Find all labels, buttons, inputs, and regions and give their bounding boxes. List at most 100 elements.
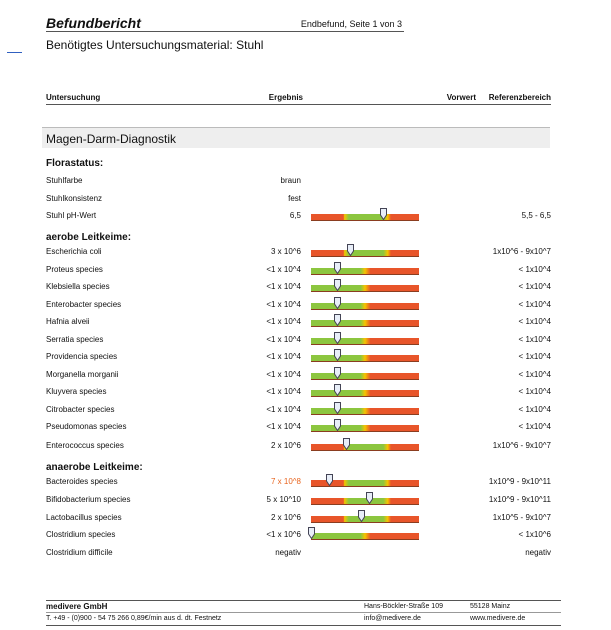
- row-test-name: Enterobacter species: [46, 300, 122, 309]
- row-result: braun: [280, 176, 301, 185]
- result-marker-icon: [366, 491, 374, 505]
- report-title: Befundbericht: [46, 15, 141, 31]
- header-divider: [46, 31, 404, 32]
- result-bar: [311, 373, 419, 380]
- row-reference-range: < 1x10^4: [518, 282, 551, 291]
- row-test-name: Morganella morganii: [46, 370, 119, 379]
- column-header-previous: Vorwert: [446, 93, 476, 102]
- row-reference-range: negativ: [525, 548, 551, 557]
- row-reference-range: < 1x10^4: [518, 317, 551, 326]
- result-bar: [311, 425, 419, 432]
- footer-street: Hans-Böckler-Straße 109: [364, 603, 443, 610]
- row-test-name: Clostridium difficile: [46, 548, 113, 557]
- row-result-flagged: 7 x 10^8: [271, 477, 301, 486]
- row-test-name: Stuhlkonsistenz: [46, 194, 103, 203]
- group-title: anaerobe Leitkeime:: [46, 462, 143, 473]
- row-result: 5 x 10^10: [266, 495, 301, 504]
- row-result: <1 x 10^4: [266, 405, 301, 414]
- row-reference-range: < 1x10^4: [518, 370, 551, 379]
- footer-website[interactable]: www.medivere.de: [470, 615, 525, 622]
- row-result: <1 x 10^4: [266, 317, 301, 326]
- section-title: Magen-Darm-Diagnostik: [46, 132, 177, 146]
- row-result: <1 x 10^4: [266, 422, 301, 431]
- row-result: negativ: [275, 548, 301, 557]
- result-bar: [311, 498, 419, 505]
- result-marker-icon: [357, 509, 365, 523]
- column-header-test: Untersuchung: [46, 93, 101, 102]
- result-bar: [311, 516, 419, 523]
- row-test-name: Bacteroides species: [46, 477, 118, 486]
- row-test-name: Bifidobacterium species: [46, 495, 131, 504]
- row-result: fest: [288, 194, 301, 203]
- footer-bottom-divider: [46, 625, 561, 626]
- page-info: Endbefund, Seite 1 von 3: [300, 19, 402, 29]
- result-bar: [311, 303, 419, 310]
- footer-email[interactable]: info@medivere.de: [364, 615, 421, 622]
- row-result: 2 x 10^6: [271, 441, 301, 450]
- result-marker-icon: [346, 243, 354, 257]
- footer-city: 55128 Mainz: [470, 603, 511, 610]
- result-marker-icon: [333, 331, 341, 345]
- result-bar: [311, 320, 419, 327]
- result-marker-icon: [333, 313, 341, 327]
- row-test-name: Kluyvera species: [46, 387, 107, 396]
- row-test-name: Serratia species: [46, 335, 104, 344]
- footer-mid-divider: [46, 612, 561, 613]
- row-result: <1 x 10^6: [266, 530, 301, 539]
- footer-phone: T. +49 - (0)900 - 54 75 266 0,89€/min au…: [46, 615, 222, 622]
- row-reference-range: < 1x10^6: [518, 530, 551, 539]
- result-marker-icon: [308, 526, 315, 540]
- column-header-result: Ergebnis: [268, 93, 303, 102]
- result-bar: [311, 250, 419, 257]
- footer-company: medivere GmbH: [46, 602, 108, 611]
- result-marker-icon: [333, 261, 341, 275]
- row-result: 3 x 10^6: [271, 247, 301, 256]
- result-marker-icon: [333, 401, 341, 415]
- row-test-name: Klebsiella species: [46, 282, 110, 291]
- result-marker-icon: [333, 296, 341, 310]
- result-marker-icon: [333, 366, 341, 380]
- row-reference-range: 1x10^9 - 9x10^11: [488, 495, 551, 504]
- result-marker-icon: [333, 348, 341, 362]
- result-bar: [311, 338, 419, 345]
- result-bar: [311, 355, 419, 362]
- row-test-name: Escherichia coli: [46, 247, 102, 256]
- row-reference-range: < 1x10^4: [518, 300, 551, 309]
- row-result: 6,5: [289, 211, 301, 220]
- row-reference-range: < 1x10^4: [518, 387, 551, 396]
- row-test-name: Citrobacter species: [46, 405, 115, 414]
- result-bar: [311, 268, 419, 275]
- result-marker-icon: [333, 418, 341, 432]
- row-test-name: Hafnia alveii: [46, 317, 90, 326]
- result-bar: [311, 390, 419, 397]
- row-test-name: Stuhlfarbe: [46, 176, 83, 185]
- row-result: <1 x 10^4: [266, 370, 301, 379]
- columns-divider: [46, 104, 551, 105]
- group-title: Florastatus:: [46, 158, 104, 169]
- row-reference-range: 1x10^6 - 9x10^7: [492, 247, 551, 256]
- row-reference-range: 1x10^5 - 9x10^7: [492, 513, 551, 522]
- row-reference-range: < 1x10^4: [518, 352, 551, 361]
- row-result: <1 x 10^4: [266, 282, 301, 291]
- row-reference-range: 5,5 - 6,5: [521, 211, 551, 220]
- material-line: Benötigtes Untersuchungsmaterial: Stuhl: [46, 38, 264, 52]
- row-reference-range: < 1x10^4: [518, 265, 551, 274]
- row-reference-range: < 1x10^4: [518, 335, 551, 344]
- row-reference-range: < 1x10^4: [518, 405, 551, 414]
- result-marker-icon: [380, 207, 388, 221]
- column-header-reference: Referenzbereich: [488, 93, 551, 102]
- result-bar: [311, 408, 419, 415]
- row-reference-range: 1x10^6 - 9x10^7: [492, 441, 551, 450]
- result-marker-icon: [333, 278, 341, 292]
- row-test-name: Stuhl pH-Wert: [46, 211, 97, 220]
- result-marker-icon: [333, 383, 341, 397]
- row-test-name: Enterococcus species: [46, 441, 124, 450]
- row-test-name: Lactobacillus species: [46, 513, 122, 522]
- result-bar: [311, 444, 419, 451]
- row-result: 2 x 10^6: [271, 513, 301, 522]
- result-bar: [311, 285, 419, 292]
- row-result: <1 x 10^4: [266, 352, 301, 361]
- result-bar: [311, 214, 419, 221]
- result-marker-icon: [326, 473, 334, 487]
- row-test-name: Providencia species: [46, 352, 118, 361]
